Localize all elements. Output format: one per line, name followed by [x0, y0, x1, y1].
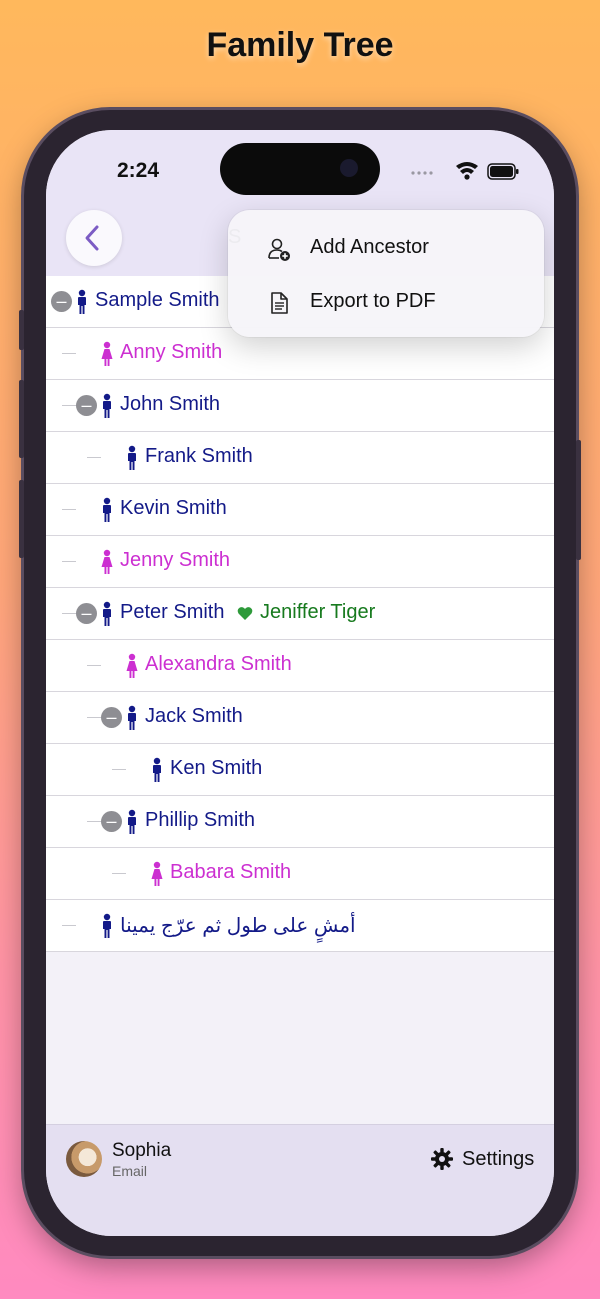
heart-icon — [237, 607, 253, 620]
tree-row[interactable]: أمشٍ على طول ثم عرّج يمينا — [46, 900, 554, 952]
person-name: Jenny Smith — [120, 549, 231, 571]
person-name: أمشٍ على طول ثم عرّج يمينا — [120, 915, 356, 937]
spouse-name: Jeniffer Tiger — [260, 601, 376, 623]
volume-down-button — [19, 480, 24, 558]
signal-icon — [411, 171, 433, 175]
collapse-icon[interactable]: – — [76, 603, 97, 624]
tree-row[interactable]: Frank Smith — [46, 432, 554, 484]
battery-icon — [487, 163, 519, 180]
male-person-icon — [125, 705, 139, 731]
tree-row[interactable]: Jenny Smith — [46, 536, 554, 588]
tree-row[interactable]: – John Smith — [46, 380, 554, 432]
side-button — [19, 310, 24, 350]
person-name: Alexandra Smith — [145, 653, 292, 675]
family-tree-list: – Sample Smith Anny Smith – John Smith Frank … — [46, 276, 554, 952]
male-person-icon — [125, 445, 139, 471]
status-icons — [411, 162, 519, 180]
male-person-icon — [100, 601, 114, 627]
document-icon — [271, 292, 288, 314]
dynamic-island — [220, 143, 380, 195]
menu-item-label: Export to PDF — [310, 290, 436, 312]
male-person-icon — [150, 757, 164, 783]
female-person-icon — [150, 861, 164, 887]
tree-row[interactable]: Ken Smith — [46, 744, 554, 796]
tree-row[interactable]: Kevin Smith — [46, 484, 554, 536]
user-email: Email — [112, 1163, 148, 1179]
status-time: 2:24 — [117, 159, 160, 182]
female-person-icon — [100, 549, 114, 575]
male-person-icon — [125, 809, 139, 835]
tree-row[interactable]: – Phillip Smith — [46, 796, 554, 848]
female-person-icon — [100, 341, 114, 367]
person-name: John Smith — [120, 393, 221, 415]
avatar[interactable] — [66, 1141, 102, 1177]
collapse-icon[interactable]: – — [101, 707, 122, 728]
tree-row[interactable]: Babara Smith — [46, 848, 554, 900]
bottom-toolbar: Sophia Email Settings — [46, 1124, 554, 1236]
person-name: Phillip Smith — [145, 809, 256, 831]
wifi-icon — [456, 162, 478, 180]
tree-row[interactable]: – Peter Smith Jeniffer Tiger — [46, 588, 554, 640]
volume-up-button — [19, 380, 24, 458]
context-menu: Add Ancestor Export to PDF — [228, 210, 544, 337]
settings-label: Settings — [462, 1148, 535, 1170]
collapse-icon[interactable]: – — [76, 395, 97, 416]
power-button — [576, 440, 581, 560]
person-name: Sample Smith — [95, 289, 220, 311]
person-name: Peter Smith — [120, 601, 225, 623]
tree-row[interactable]: – Jack Smith — [46, 692, 554, 744]
female-person-icon — [125, 653, 139, 679]
user-name[interactable]: Sophia — [112, 1140, 171, 1162]
male-person-icon — [100, 913, 114, 939]
page-title: Family Tree — [206, 26, 394, 64]
phone-frame: 2:24 – Sample Smith Anny Smith – John Sm… — [19, 110, 581, 1256]
gear-icon — [431, 1148, 453, 1170]
person-name: Frank Smith — [145, 445, 253, 467]
person-name: Anny Smith — [120, 341, 223, 363]
person-name: Babara Smith — [170, 861, 292, 883]
male-person-icon — [75, 289, 89, 315]
male-person-icon — [100, 497, 114, 523]
app-screen: 2:24 – Sample Smith Anny Smith – John Sm… — [46, 130, 554, 1236]
menu-item-label: Add Ancestor — [310, 236, 429, 258]
male-person-icon — [100, 393, 114, 419]
person-name: Ken Smith — [170, 757, 263, 779]
menu-item-add-ancestor[interactable]: Add Ancestor — [228, 222, 544, 276]
tree-row[interactable]: Alexandra Smith — [46, 640, 554, 692]
camera-icon — [340, 159, 358, 177]
collapse-icon[interactable]: – — [51, 291, 72, 312]
menu-item-export-pdf[interactable]: Export to PDF — [228, 276, 544, 330]
chevron-left-icon — [85, 225, 99, 251]
person-name: Kevin Smith — [120, 497, 227, 519]
person-add-icon — [268, 238, 290, 261]
person-name: Jack Smith — [145, 705, 243, 727]
back-button[interactable] — [66, 210, 122, 266]
collapse-icon[interactable]: – — [101, 811, 122, 832]
